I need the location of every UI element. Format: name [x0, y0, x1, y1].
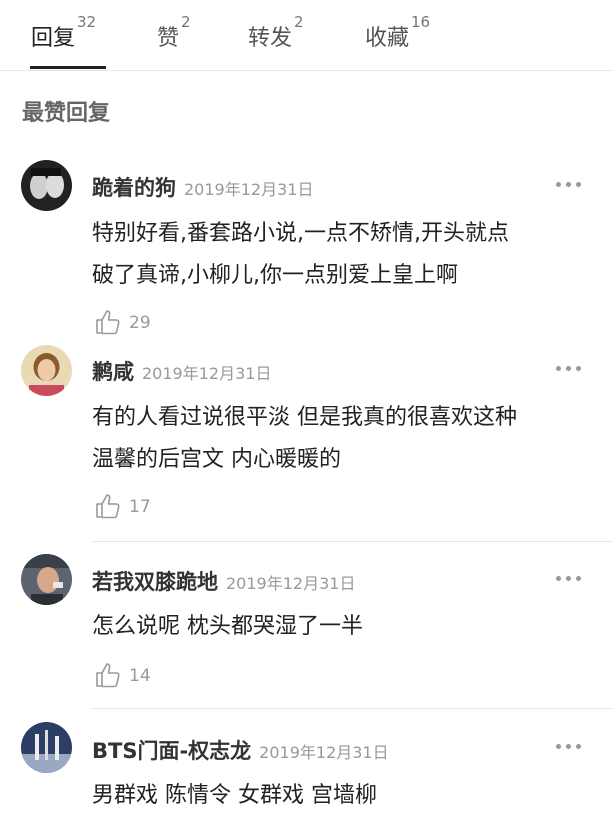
comment-date: 2019年12月31日: [259, 743, 389, 762]
tab-favorites[interactable]: 收藏16: [365, 13, 430, 52]
username[interactable]: 若我双膝跪地 2019年12月31日: [92, 566, 355, 596]
comment-text: 男群戏 陈情令 女群戏 宫墙柳: [92, 775, 592, 817]
like-count: 17: [129, 497, 151, 517]
comment-date: 2019年12月31日: [226, 574, 356, 593]
username-text: 若我双膝跪地: [92, 570, 218, 594]
avatar[interactable]: [21, 345, 72, 396]
username-text: BTS门面-权志龙: [92, 739, 252, 763]
username[interactable]: BTS门面-权志龙 2019年12月31日: [92, 735, 389, 765]
comment-date: 2019年12月31日: [142, 364, 272, 383]
section-title: 最赞回复: [22, 101, 111, 126]
comment-text: 怎么说呢 枕头都哭湿了一半: [92, 606, 592, 648]
more-icon[interactable]: [556, 742, 582, 750]
comment-text: 有的人看过说很平淡 但是我真的很喜欢这种 温馨的后宫文 内心暖暖的: [92, 397, 592, 481]
comment-text: 特别好看,番套路小说,一点不矫情,开头就点 破了真谛,小柳儿,你一点别爱上皇上啊: [92, 213, 592, 297]
divider: [92, 541, 613, 542]
active-tab-indicator: [30, 66, 106, 69]
username[interactable]: 鹣咸 2019年12月31日: [92, 356, 271, 386]
thumbs-up-icon: [96, 663, 120, 688]
more-icon[interactable]: [556, 364, 582, 372]
comment-line: 男群戏 陈情令 女群戏 宫墙柳: [92, 783, 377, 808]
tab-count: 2: [294, 12, 304, 31]
comment-line: 怎么说呢 枕头都哭湿了一半: [92, 614, 363, 639]
username-text: 跪着的狗: [92, 176, 176, 200]
like-count: 14: [129, 666, 151, 686]
tab-label: 收藏: [365, 26, 410, 51]
comment-line: 温馨的后宫文 内心暖暖的: [92, 447, 341, 472]
avatar[interactable]: [21, 722, 72, 773]
tab-replies[interactable]: 回复32: [31, 13, 96, 52]
comment-line: 特别好看,番套路小说,一点不矫情,开头就点: [92, 221, 509, 246]
tab-label: 回复: [31, 26, 76, 51]
avatar[interactable]: [21, 554, 72, 605]
comment-line: 破了真谛,小柳儿,你一点别爱上皇上啊: [92, 263, 458, 288]
tab-likes[interactable]: 赞2: [157, 13, 191, 52]
thumbs-up-icon: [96, 310, 120, 335]
avatar[interactable]: [21, 160, 72, 211]
comment-date: 2019年12月31日: [184, 180, 314, 199]
tab-label: 转发: [248, 26, 293, 51]
like-count: 29: [129, 313, 151, 333]
tab-reposts[interactable]: 转发2: [248, 13, 304, 52]
tab-label: 赞: [157, 26, 180, 51]
username[interactable]: 跪着的狗 2019年12月31日: [92, 172, 313, 202]
username-text: 鹣咸: [92, 360, 134, 384]
tab-count: 32: [77, 12, 97, 31]
comment-line: 有的人看过说很平淡 但是我真的很喜欢这种: [92, 405, 517, 430]
tab-count: 2: [181, 12, 191, 31]
tab-count: 16: [411, 12, 431, 31]
tab-bar: 回复32 赞2 转发2 收藏16: [0, 0, 613, 71]
thumbs-up-icon: [96, 494, 120, 519]
divider: [92, 708, 613, 709]
more-icon[interactable]: [556, 180, 582, 188]
more-icon[interactable]: [556, 574, 582, 582]
